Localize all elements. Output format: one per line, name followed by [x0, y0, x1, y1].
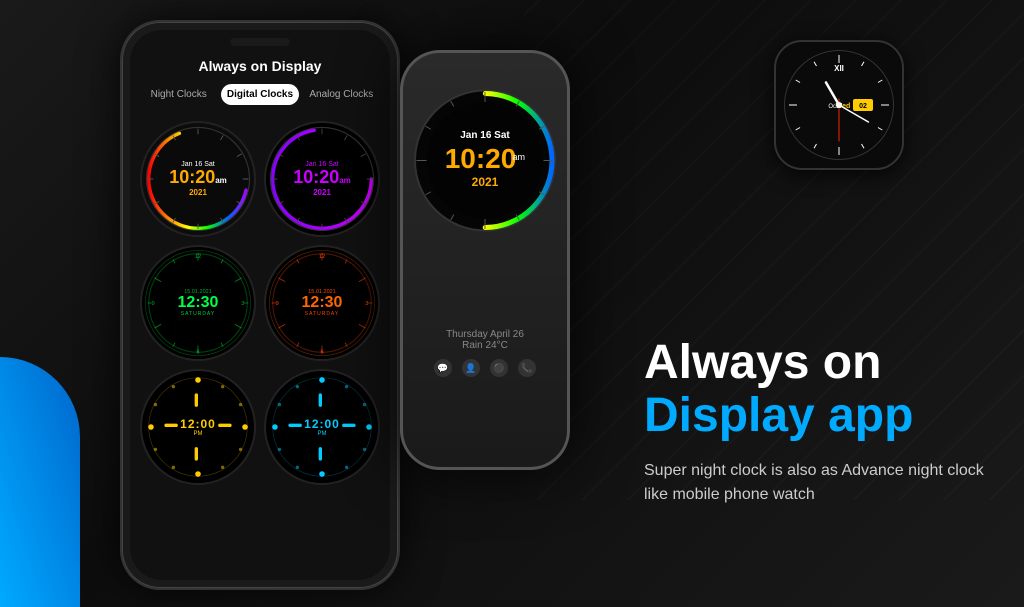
svg-text:Jan 16 Sat: Jan 16 Sat [460, 130, 510, 141]
svg-text:9: 9 [276, 301, 279, 307]
phone-notch [230, 38, 290, 46]
svg-text:02: 02 [859, 103, 867, 110]
tab-night-clocks[interactable]: Night Clocks [140, 84, 217, 105]
watch-icon-container: XII 02 Wed Oct [774, 40, 904, 170]
watch-dial: XII 02 Wed Oct [784, 50, 894, 160]
svg-text:3: 3 [365, 301, 368, 307]
right-text-block: Always on Display app Super night clock … [644, 337, 984, 507]
clock-green-digital[interactable]: 12 3 6 9 [140, 245, 256, 361]
clock-orange-digital[interactable]: 12 3 6 9 [264, 245, 380, 361]
clock-yellow-dots[interactable]: 12:00 PM [140, 369, 256, 485]
headline-line1: Always on Display app [644, 337, 984, 443]
weather-info: Thursday April 26 Rain 24°C 💬 👤 ⚫ 📞 [403, 329, 567, 377]
blue-accent-decoration [0, 357, 80, 607]
phone-screen: Always on Display Night Clocks Digital C… [130, 30, 390, 580]
svg-text:10:20: 10:20 [445, 143, 517, 174]
wechat-icon: 💬 [434, 359, 452, 377]
clocks-grid: Jan 16 Sat 10:20am 2021 [130, 113, 390, 493]
svg-text:2021: 2021 [472, 175, 499, 189]
svg-text:XII: XII [834, 64, 844, 73]
clock-rainbow[interactable]: Jan 16 Sat 10:20am 2021 [140, 121, 256, 237]
svg-text:am: am [513, 152, 526, 162]
watch-face: XII 02 Wed Oct [774, 40, 904, 170]
app-icons-row: 💬 👤 ⚫ 📞 [403, 359, 567, 377]
app-description: Super night clock is also as Advance nig… [644, 459, 984, 507]
tab-bar: Night Clocks Digital Clocks Analog Clock… [130, 84, 390, 113]
big-phone-container: Jan 16 Sat 10:20 am 2021 Thursday April … [390, 50, 580, 490]
contacts-icon: 👤 [462, 359, 480, 377]
clock-cyan-dots[interactable]: 12:00 PM [264, 369, 380, 485]
message-icon: ⚫ [490, 359, 508, 377]
phone-mockup: Always on Display Night Clocks Digital C… [120, 20, 400, 590]
phone-frame: Always on Display Night Clocks Digital C… [120, 20, 400, 590]
big-phone-frame: Jan 16 Sat 10:20 am 2021 Thursday April … [400, 50, 570, 470]
svg-text:3: 3 [241, 301, 244, 307]
clock-purple[interactable]: Jan 16 Sat 10:20am 2021 [264, 121, 380, 237]
tab-digital-clocks[interactable]: Digital Clocks [221, 84, 298, 105]
svg-text:9: 9 [152, 301, 155, 307]
big-clock-face: Jan 16 Sat 10:20 am 2021 [413, 88, 558, 233]
phone-icon: 📞 [518, 359, 536, 377]
tab-analog-clocks[interactable]: Analog Clocks [303, 84, 380, 105]
